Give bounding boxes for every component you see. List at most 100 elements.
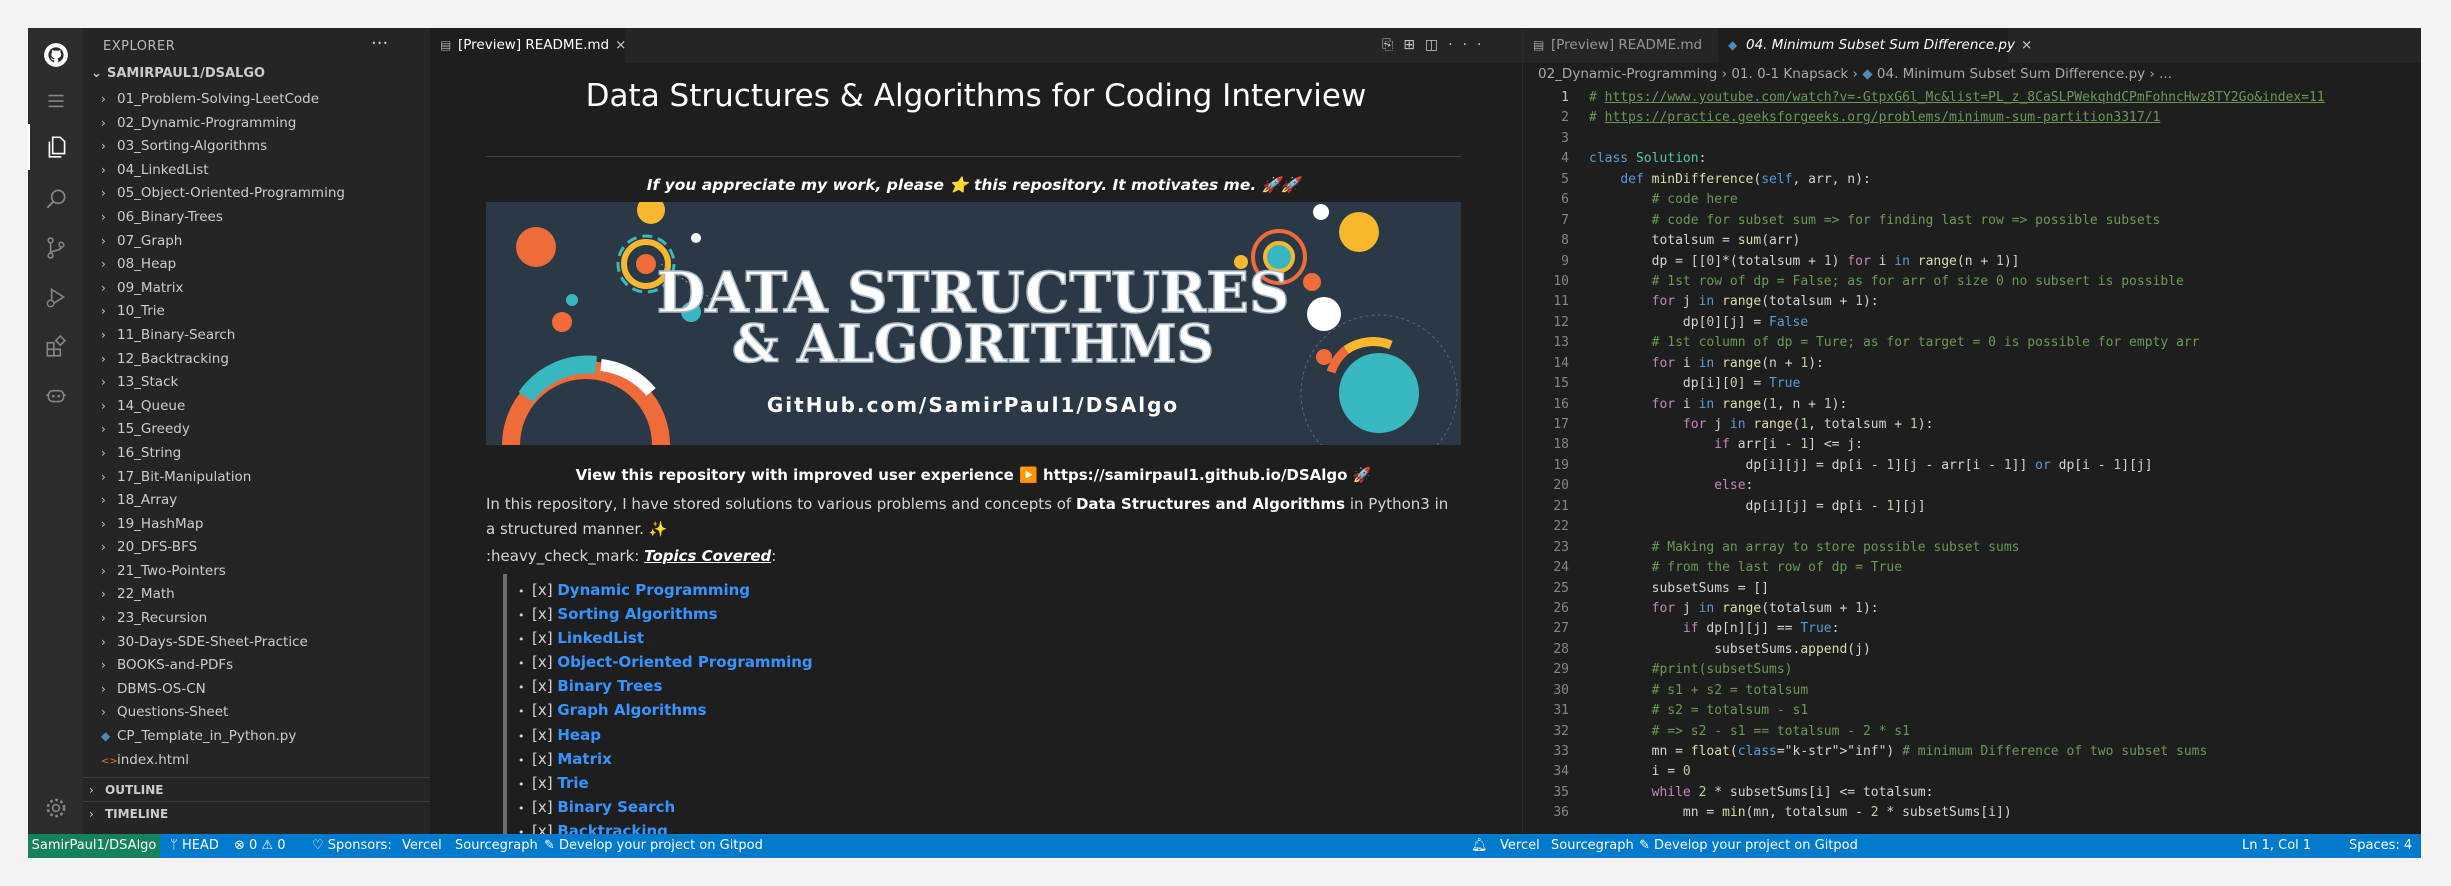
tree-item[interactable]: › 16_String <box>83 442 430 466</box>
topic-link[interactable]: Heap <box>557 726 601 744</box>
line-number: 33 <box>1553 744 1569 759</box>
bell-icon[interactable]: 🔔︎ <box>1471 834 1488 858</box>
tree-item[interactable]: › 15_Greedy <box>83 418 430 442</box>
topic-link[interactable]: Backtracking <box>557 822 668 834</box>
timeline-section[interactable]: › TIMELINE <box>83 801 430 825</box>
topic-link[interactable]: Dynamic Programming <box>557 581 750 599</box>
bullet: • <box>518 825 525 834</box>
code-lines[interactable]: 1 # https://www.youtube.com/watch?v=-Gtpx… <box>1523 88 2421 824</box>
sourcegraph-status[interactable]: Sourcegraph <box>455 834 538 858</box>
vercel-status-2[interactable]: Vercel <box>1500 834 1540 858</box>
code-line: 26 for j in range(totalsum + 1): <box>1523 599 2421 619</box>
tree-item[interactable]: › BOOKS-and-PDFs <box>83 654 430 678</box>
problems-status[interactable]: ⊗ 0 ⚠ 0 <box>234 834 286 858</box>
tree-item[interactable]: › 22_Math <box>83 583 430 607</box>
checkbox-text: [x] <box>532 749 558 768</box>
code-text: dp[i][j] = dp[i - 1][j - arr[i - 1]] or … <box>1589 457 2153 473</box>
checkbox-text: [x] <box>532 653 558 672</box>
preview-content: Data Structures & Algorithms for Coding … <box>430 63 1522 834</box>
tree-item[interactable]: › 05_Object-Oriented-Programming <box>83 182 430 206</box>
settings-gear-icon[interactable] <box>28 785 83 831</box>
topic-link[interactable]: Trie <box>557 774 588 792</box>
code-line: 20 else: <box>1523 476 2421 496</box>
code-line: 4 class Solution: <box>1523 149 2421 169</box>
tree-item[interactable]: › 11_Binary-Search <box>83 324 430 348</box>
tree-item[interactable]: › 19_HashMap <box>83 513 430 537</box>
bullet: • <box>518 585 525 598</box>
explorer-icon[interactable] <box>28 124 83 170</box>
tab-minimum-subset-sum[interactable]: ◆ 04. Minimum Subset Sum Difference.py × <box>1718 28 2032 63</box>
branch-status[interactable]: ᛘ HEAD <box>170 834 219 858</box>
tree-item[interactable]: › 03_Sorting-Algorithms <box>83 135 430 159</box>
code-line: 32 # => s2 - s1 == totalsum - 2 * s1 <box>1523 722 2421 742</box>
copilot-icon[interactable] <box>28 372 83 418</box>
menu-icon[interactable] <box>28 78 83 124</box>
tree-item[interactable]: › DBMS-OS-CN <box>83 678 430 702</box>
tab-readme-preview-2[interactable]: ▤ [Preview] README.md <box>1523 28 1718 63</box>
tree-item[interactable]: › 01_Problem-Solving-LeetCode <box>83 88 430 112</box>
tree-item[interactable]: <>index.html <box>83 749 430 773</box>
search-icon[interactable] <box>28 176 83 222</box>
source-control-icon[interactable] <box>28 225 83 271</box>
sourcegraph-status-2[interactable]: Sourcegraph <box>1551 834 1634 858</box>
topic-link[interactable]: Object-Oriented Programming <box>557 653 812 671</box>
tree-item[interactable]: › 13_Stack <box>83 371 430 395</box>
checkbox-text: [x] <box>532 773 558 792</box>
github-icon[interactable] <box>28 32 83 78</box>
breadcrumb[interactable]: 02_Dynamic-Programming › 01. 0-1 Knapsac… <box>1523 63 2421 85</box>
checkbox-text: [x] <box>532 821 558 834</box>
topic-link[interactable]: Binary Trees <box>557 677 662 695</box>
tree-item[interactable]: › 18_Array <box>83 489 430 513</box>
more-actions-icon[interactable]: ··· <box>371 33 388 54</box>
outline-section[interactable]: › OUTLINE <box>83 777 430 801</box>
tree-item[interactable]: › 10_Trie <box>83 300 430 324</box>
tab-readme-preview[interactable]: ▤ [Preview] README.md × <box>430 28 626 63</box>
tree-item[interactable]: › 20_DFS-BFS <box>83 536 430 560</box>
tree-item[interactable]: › 21_Two-Pointers <box>83 560 430 584</box>
code-text: for i in range(1, n + 1): <box>1651 396 1848 412</box>
run-debug-icon[interactable] <box>28 274 83 320</box>
indentation-status[interactable]: Spaces: 4 <box>2349 834 2412 858</box>
tree-item-label: 10_Trie <box>117 303 165 320</box>
line-number: 16 <box>1553 396 1569 412</box>
tree-item[interactable]: ◆ CP_Template_in_Python.py <box>83 725 430 749</box>
tree-item[interactable]: › 06_Binary-Trees <box>83 206 430 230</box>
gitpod-status-2[interactable]: ✎ Develop your project on Gitpod <box>1639 834 1858 858</box>
view-repository-line[interactable]: View this repository with improved user … <box>486 466 1461 484</box>
workspace-root[interactable]: ⌄ SAMIRPAUL1/DSALGO <box>91 66 265 81</box>
topic-link[interactable]: Binary Search <box>557 798 675 816</box>
topic-link[interactable]: Graph Algorithms <box>557 701 706 719</box>
extensions-icon[interactable] <box>28 323 83 369</box>
tree-item[interactable]: › Questions-Sheet <box>83 701 430 725</box>
line-number: 7 <box>1561 212 1569 228</box>
tree-item[interactable]: › 30-Days-SDE-Sheet-Practice <box>83 631 430 655</box>
tree-item[interactable]: › 14_Queue <box>83 395 430 419</box>
tree-item[interactable]: › 04_LinkedList <box>83 159 430 183</box>
vercel-status[interactable]: Vercel <box>402 834 442 858</box>
topic-link[interactable]: LinkedList <box>557 629 644 647</box>
line-number: 19 <box>1553 457 1569 473</box>
tree-item[interactable]: › 07_Graph <box>83 230 430 254</box>
topic-link[interactable]: Matrix <box>557 750 611 768</box>
gitpod-status[interactable]: ✎ Develop your project on Gitpod <box>544 834 763 858</box>
remote-indicator[interactable]: SamirPaul1/DSAlgo <box>28 834 160 858</box>
tree-item[interactable]: › 08_Heap <box>83 253 430 277</box>
close-tab-icon[interactable]: × <box>615 28 626 63</box>
editor-actions[interactable]: ⎘⊞◫··· <box>1382 37 1492 53</box>
tree-item[interactable]: › 09_Matrix <box>83 277 430 301</box>
tree-item[interactable]: › 02_Dynamic-Programming <box>83 112 430 136</box>
line-number: 2 <box>1561 110 1569 126</box>
tree-item[interactable]: › 12_Backtracking <box>83 348 430 372</box>
sponsors-status[interactable]: ♡ Sponsors: <box>312 834 392 858</box>
close-tab-icon[interactable]: × <box>2021 28 2032 63</box>
cursor-position[interactable]: Ln 1, Col 1 <box>2242 834 2311 858</box>
topic-link[interactable]: Sorting Algorithms <box>557 605 717 623</box>
line-number: 24 <box>1553 560 1569 576</box>
code-line: 16 for i in range(1, n + 1): <box>1523 395 2421 415</box>
tree-item[interactable]: › 23_Recursion <box>83 607 430 631</box>
chevron-right-icon: › <box>101 162 106 177</box>
bullet: • <box>518 657 525 671</box>
code-line: 34 i = 0 <box>1523 762 2421 782</box>
tree-item[interactable]: › 17_Bit-Manipulation <box>83 466 430 490</box>
code-line: 7 # code for subset sum => for finding l… <box>1523 211 2421 231</box>
